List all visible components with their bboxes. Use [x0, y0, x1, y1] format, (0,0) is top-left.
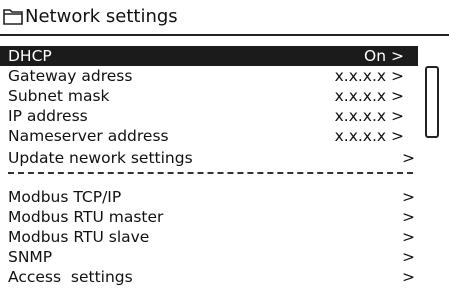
- list-item-nameserver-address[interactable]: Nameserver address x.x.x.x >: [0, 126, 418, 146]
- list-item-ip-address[interactable]: IP address x.x.x.x >: [0, 106, 418, 126]
- menu-item-label: Access settings: [8, 268, 133, 286]
- list-item-label: Nameserver address: [8, 127, 169, 145]
- list-item-label: IP address: [8, 107, 88, 125]
- chevron-right-icon: >: [402, 248, 415, 266]
- menu-item-label: Modbus RTU master: [8, 208, 164, 226]
- page-title: Network settings: [25, 6, 178, 27]
- list-item-value: x.x.x.x >: [334, 87, 404, 105]
- menu-item-label: Modbus TCP/IP: [8, 188, 122, 206]
- list-item-label: Subnet mask: [8, 87, 110, 105]
- menu-item-label: SNMP: [8, 248, 53, 266]
- network-settings-screen: Network settings DHCP On > Gateway adres…: [0, 0, 449, 296]
- list-item-value: x.x.x.x >: [334, 67, 404, 85]
- chevron-right-icon: >: [402, 188, 415, 206]
- menu-item-update-network-settings[interactable]: Update nework settings >: [0, 148, 449, 168]
- list-item-label: Gateway adress: [8, 67, 133, 85]
- menu-item-access-settings[interactable]: Access settings >: [0, 267, 449, 287]
- chevron-right-icon: >: [402, 268, 415, 286]
- list-item-subnet-mask[interactable]: Subnet mask x.x.x.x >: [0, 86, 418, 106]
- network-scroll-list[interactable]: DHCP On > Gateway adress x.x.x.x > Subne…: [0, 40, 449, 146]
- menu-item-modbus-tcp-ip[interactable]: Modbus TCP/IP >: [0, 187, 449, 207]
- menu-item-label: Update nework settings: [8, 149, 193, 167]
- scrollbar[interactable]: [425, 66, 439, 138]
- dashed-divider: [8, 172, 413, 174]
- list-item-dhcp[interactable]: DHCP On >: [0, 46, 418, 66]
- folder-icon: [3, 9, 23, 25]
- chevron-right-icon: >: [402, 228, 415, 246]
- list-item-label: DHCP: [8, 47, 52, 65]
- title-bar: Network settings: [0, 0, 449, 36]
- menu-item-modbus-rtu-slave[interactable]: Modbus RTU slave >: [0, 227, 449, 247]
- chevron-right-icon: >: [402, 208, 415, 226]
- menu-item-modbus-rtu-master[interactable]: Modbus RTU master >: [0, 207, 449, 227]
- menu-item-label: Modbus RTU slave: [8, 228, 150, 246]
- chevron-right-icon: >: [402, 149, 415, 167]
- list-item-gateway-address[interactable]: Gateway adress x.x.x.x >: [0, 66, 418, 86]
- menu-item-snmp[interactable]: SNMP >: [0, 247, 449, 267]
- list-item-value: x.x.x.x >: [334, 107, 404, 125]
- list-item-value: On >: [364, 47, 404, 65]
- list-item-value: x.x.x.x >: [334, 127, 404, 145]
